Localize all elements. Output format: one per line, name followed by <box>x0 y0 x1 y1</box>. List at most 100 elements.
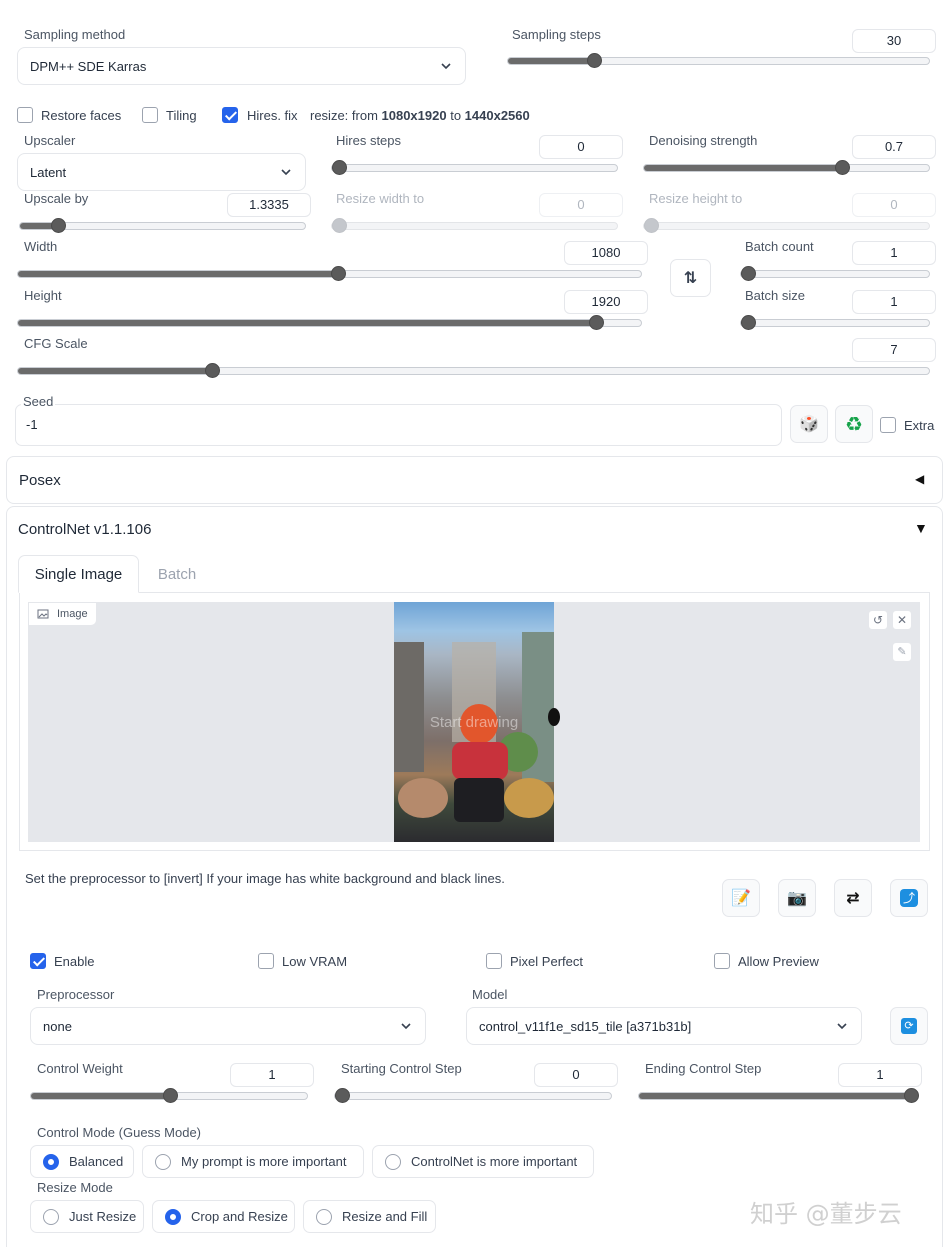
batch-count-label: Batch count <box>745 239 814 254</box>
slider-thumb[interactable] <box>904 1088 919 1103</box>
batch-size-slider[interactable] <box>740 315 930 330</box>
webcam-button[interactable]: 📷 <box>778 879 816 917</box>
girl-top <box>452 742 508 780</box>
radio-label: My prompt is more important <box>181 1154 347 1169</box>
control-weight-slider[interactable] <box>30 1088 308 1103</box>
batch-size-label: Batch size <box>745 288 805 303</box>
batch-size-input[interactable]: 1 <box>852 290 936 314</box>
slider-thumb[interactable] <box>163 1088 178 1103</box>
height-input[interactable]: 1920 <box>564 290 648 314</box>
resize-mode-resize-and-fill[interactable]: Resize and Fill <box>303 1200 436 1233</box>
restore-faces-checkbox[interactable] <box>17 107 33 123</box>
tab-single-image[interactable]: Single Image <box>18 555 139 593</box>
control-mode-balanced[interactable]: Balanced <box>30 1145 134 1178</box>
radio-label: Just Resize <box>69 1209 137 1224</box>
preprocessor-hint: Set the preprocessor to [invert] If your… <box>25 871 505 886</box>
controlnet-title[interactable]: ControlNet v1.1.106 <box>18 521 151 538</box>
upscale-by-slider[interactable] <box>19 218 306 233</box>
dice-icon: 🎲 <box>799 416 819 433</box>
resize-mode-crop-and-resize[interactable]: Crop and Resize <box>152 1200 295 1233</box>
close-icon[interactable]: ✕ <box>892 610 912 630</box>
resize-height-input[interactable]: 0 <box>852 193 936 217</box>
mirror-webcam-button[interactable]: ⇄ <box>834 879 872 917</box>
hires-fix-checkbox[interactable] <box>222 107 238 123</box>
expand-arrow-icon[interactable]: ▼ <box>914 520 928 536</box>
ending-control-step-slider[interactable] <box>638 1088 919 1103</box>
model-select[interactable]: control_v11f1e_sd15_tile [a371b31b] <box>466 1007 862 1045</box>
sampling-method-value: DPM++ SDE Karras <box>30 58 147 74</box>
slider-thumb[interactable] <box>332 160 347 175</box>
tab-batch[interactable]: Batch <box>146 555 208 593</box>
swap-dimensions-button[interactable]: ⇅ <box>670 259 711 297</box>
send-dimensions-button[interactable]: ⤴ <box>890 879 928 917</box>
new-canvas-button[interactable]: 📝 <box>722 879 760 917</box>
slider-thumb[interactable] <box>644 218 659 233</box>
denoising-strength-input[interactable]: 0.7 <box>852 135 936 159</box>
sampling-steps-input[interactable]: 30 <box>852 29 936 53</box>
hires-steps-input[interactable]: 0 <box>539 135 623 159</box>
brush-icon[interactable]: ✎ <box>892 642 912 662</box>
denoising-strength-slider[interactable] <box>643 160 930 175</box>
recycle-icon: ♻ <box>845 413 863 436</box>
posex-title: Posex <box>19 472 61 489</box>
batch-count-slider[interactable] <box>740 266 930 281</box>
upscale-by-input[interactable]: 1.3335 <box>227 193 311 217</box>
allow-preview-checkbox[interactable] <box>714 953 730 969</box>
resize-mode-just-resize[interactable]: Just Resize <box>30 1200 144 1233</box>
slider-thumb[interactable] <box>835 160 850 175</box>
edit-icon: 📝 <box>731 890 751 907</box>
low-vram-label: Low VRAM <box>282 954 348 969</box>
control-weight-input[interactable]: 1 <box>230 1063 314 1087</box>
control-mode-prompt[interactable]: My prompt is more important <box>142 1145 364 1178</box>
slider-thumb[interactable] <box>332 218 347 233</box>
radio-dot <box>43 1208 59 1225</box>
hires-steps-slider[interactable] <box>331 160 618 175</box>
cfg-scale-input[interactable]: 7 <box>852 338 936 362</box>
reuse-seed-button[interactable]: ♻ <box>835 405 873 443</box>
starting-control-step-slider[interactable] <box>334 1088 612 1103</box>
starting-control-step-input[interactable]: 0 <box>534 1063 618 1087</box>
image-label: Image <box>57 608 88 620</box>
random-seed-button[interactable]: 🎲 <box>790 405 828 443</box>
refresh-models-button[interactable]: ⟳ <box>890 1007 928 1045</box>
width-input[interactable]: 1080 <box>564 241 648 265</box>
extra-checkbox[interactable] <box>880 417 896 433</box>
resize-height-slider[interactable] <box>643 218 930 233</box>
slider-thumb[interactable] <box>51 218 66 233</box>
slider-thumb[interactable] <box>331 266 346 281</box>
sampling-steps-label: Sampling steps <box>512 27 601 42</box>
tiling-checkbox[interactable] <box>142 107 158 123</box>
slider-thumb[interactable] <box>205 363 220 378</box>
sampling-steps-slider[interactable] <box>507 53 930 68</box>
seed-input[interactable]: -1 <box>15 404 782 446</box>
flowers <box>504 778 554 818</box>
slider-thumb[interactable] <box>335 1088 350 1103</box>
control-mode-controlnet[interactable]: ControlNet is more important <box>372 1145 594 1178</box>
enable-label: Enable <box>54 954 95 969</box>
undo-icon[interactable]: ↺ <box>868 610 888 630</box>
sampling-method-select[interactable]: DPM++ SDE Karras <box>17 47 466 85</box>
ending-control-step-input[interactable]: 1 <box>838 1063 922 1087</box>
slider-thumb[interactable] <box>741 315 756 330</box>
chevron-down-icon <box>441 63 451 70</box>
cfg-scale-slider[interactable] <box>17 363 930 378</box>
resize-width-input[interactable]: 0 <box>539 193 623 217</box>
low-vram-checkbox[interactable] <box>258 953 274 969</box>
height-slider[interactable] <box>17 315 642 330</box>
slider-thumb[interactable] <box>587 53 602 68</box>
model-label: Model <box>472 987 508 1002</box>
preprocessor-select[interactable]: none <box>30 1007 426 1045</box>
slider-thumb[interactable] <box>589 315 604 330</box>
resize-height-label: Resize height to <box>649 191 743 206</box>
resize-width-slider[interactable] <box>331 218 618 233</box>
enable-checkbox[interactable] <box>30 953 46 969</box>
slider-thumb[interactable] <box>741 266 756 281</box>
batch-count-input[interactable]: 1 <box>852 241 936 265</box>
upscaler-select[interactable]: Latent <box>17 153 306 191</box>
pixel-perfect-checkbox[interactable] <box>486 953 502 969</box>
upscaler-value: Latent <box>30 164 67 180</box>
swap-arrows-icon: ⇄ <box>846 890 860 907</box>
posex-accordion[interactable]: Posex ◀ <box>6 456 943 504</box>
width-slider[interactable] <box>17 266 642 281</box>
tiling-label: Tiling <box>166 108 197 123</box>
